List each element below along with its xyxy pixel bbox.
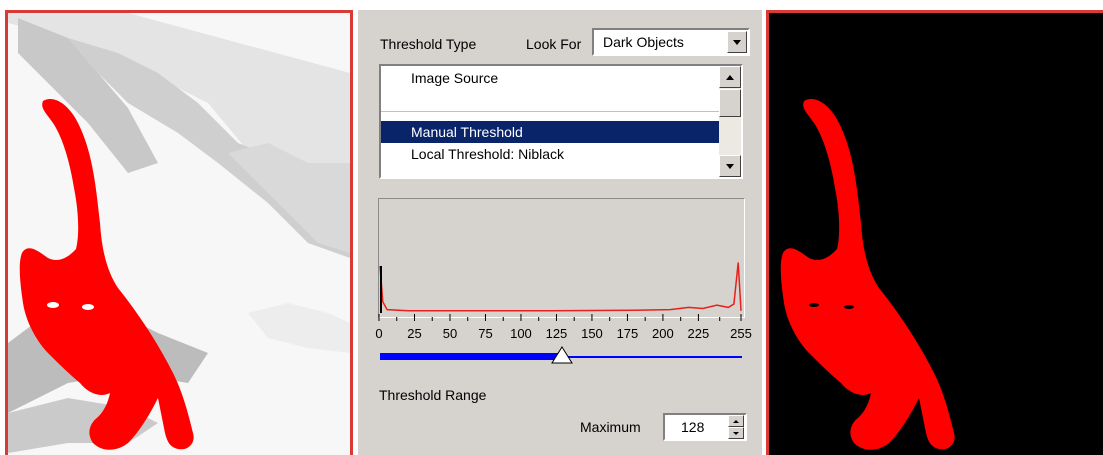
threshold-type-label: Threshold Type <box>380 36 477 52</box>
list-divider <box>381 111 719 112</box>
slider-track-line <box>561 356 742 358</box>
list-item-manual-threshold[interactable]: Manual Threshold <box>381 121 719 143</box>
histogram <box>378 198 745 318</box>
scroll-up-button[interactable] <box>719 66 741 88</box>
threshold-range-label: Threshold Range <box>379 387 487 403</box>
spin-up-button[interactable] <box>728 415 744 427</box>
axis-tick-label: 255 <box>730 326 752 341</box>
axis-tick-label: 150 <box>581 326 603 341</box>
axis-tick-label: 100 <box>510 326 532 341</box>
axis-tick-label: 25 <box>407 326 422 341</box>
maximum-label: Maximum <box>580 419 641 435</box>
axis-tick-label: 200 <box>652 326 674 341</box>
axis-tick-label: 125 <box>545 326 568 341</box>
list-item-local-threshold-niblack[interactable]: Local Threshold: Niblack <box>381 143 719 165</box>
list-item-image-source[interactable]: Image Source <box>381 67 719 89</box>
spin-down-icon <box>733 431 739 435</box>
look-for-label: Look For <box>526 36 582 52</box>
maximum-spinbox[interactable]: 128 <box>663 413 747 441</box>
cat-mask <box>780 99 955 450</box>
source-image-panel <box>5 10 353 455</box>
result-image <box>780 99 955 450</box>
threshold-method-list[interactable]: Image Source Manual Threshold Local Thre… <box>379 64 743 179</box>
look-for-dropdown[interactable]: Dark Objects <box>592 28 750 56</box>
axis-tick-label: 175 <box>616 326 639 341</box>
list-item-blank[interactable] <box>381 88 719 110</box>
histogram-plot <box>379 262 742 313</box>
result-image-panel <box>766 10 1103 455</box>
threshold-settings-panel: Threshold Type Look For Dark Objects Ima… <box>358 10 762 455</box>
spin-up-icon <box>733 419 739 423</box>
histogram-line <box>379 262 742 312</box>
look-for-value: Dark Objects <box>603 34 684 50</box>
maximum-value[interactable]: 128 <box>681 419 704 435</box>
slider-fill <box>380 353 562 360</box>
axis-ticks <box>378 314 742 321</box>
chevron-down-icon <box>733 39 741 45</box>
histogram-axis: 0 25 50 75 100 125 150 175 200 225 255 <box>358 310 762 350</box>
axis-tick-label: 225 <box>687 326 710 341</box>
arrow-up-icon <box>726 74 734 80</box>
triangle-thumb-icon[interactable] <box>550 346 573 364</box>
axis-tick-label: 0 <box>375 326 383 341</box>
spin-down-button[interactable] <box>728 427 744 439</box>
list-scrollbar[interactable] <box>719 66 741 177</box>
threshold-slider[interactable] <box>380 346 742 364</box>
look-for-dropdown-button[interactable] <box>727 31 747 53</box>
scroll-down-button[interactable] <box>719 155 741 177</box>
cat-overlay <box>19 99 194 450</box>
scroll-thumb[interactable] <box>719 89 741 117</box>
axis-tick-label: 50 <box>442 326 458 341</box>
arrow-down-icon <box>726 163 734 169</box>
axis-tick-label: 75 <box>478 326 493 341</box>
source-image <box>8 13 350 453</box>
